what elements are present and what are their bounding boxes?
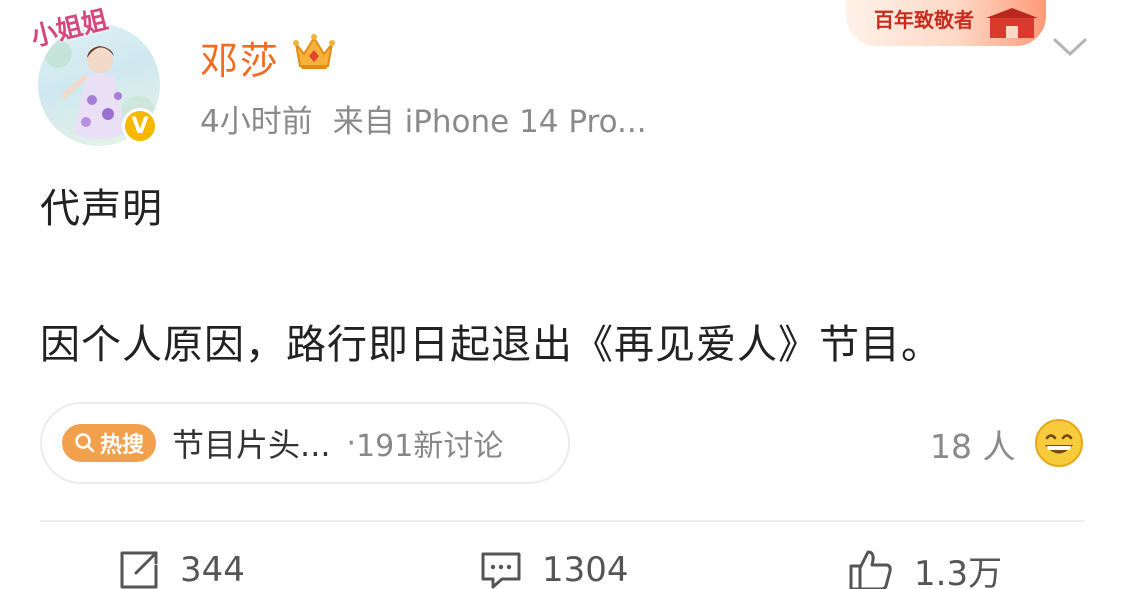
comment-icon <box>481 552 521 589</box>
grinning-emoji-icon[interactable] <box>1034 418 1084 468</box>
vip-crown-icon[interactable] <box>292 30 336 72</box>
reactor-count[interactable]: 18 人 <box>930 420 1015 468</box>
action-divider <box>40 520 1085 522</box>
gate-tower-icon <box>986 8 1038 38</box>
thumbs-up-icon <box>849 550 892 589</box>
comment-count: 1304 <box>542 550 629 589</box>
repost-icon <box>120 551 158 589</box>
repost-count: 344 <box>180 550 245 589</box>
repost-button[interactable]: 344 <box>118 546 245 589</box>
hot-search-count: 191新讨论 <box>356 429 504 464</box>
hot-search-topic: 节目片头... <box>172 426 331 464</box>
weibo-post: 小姐姐 V 邓莎 4小时前 来自 iPhone 14 Pro... 百年致敬者 代… <box>0 0 1125 589</box>
like-button[interactable]: 1.3万 <box>848 546 1002 589</box>
post-text-line-2: 因个人原因，路行即日起退出《再见爱人》节目。 <box>40 322 942 368</box>
post-timestamp: 4小时前 <box>200 104 313 140</box>
banner-label: 百年致敬者 <box>874 8 974 32</box>
like-count: 1.3万 <box>914 553 1003 589</box>
hot-search-badge-label: 热搜 <box>100 433 145 458</box>
post-text-line-1: 代声明 <box>40 186 163 232</box>
post-source: 来自 iPhone 14 Pro... <box>332 104 647 140</box>
username[interactable]: 邓莎 <box>200 30 280 85</box>
comment-button[interactable]: 1304 <box>480 546 629 589</box>
chevron-down-icon[interactable] <box>1052 36 1088 60</box>
hot-search-badge: 热搜 <box>62 424 157 462</box>
post-meta: 4小时前 来自 iPhone 14 Pro... <box>200 96 647 141</box>
hot-search-separator: · <box>346 425 357 461</box>
hot-search-pill[interactable]: 热搜 节目片头... · 191新讨论 <box>40 402 570 484</box>
verified-badge-icon: V <box>122 108 158 144</box>
search-icon <box>75 433 95 453</box>
event-banner[interactable]: 百年致敬者 <box>846 0 1046 46</box>
